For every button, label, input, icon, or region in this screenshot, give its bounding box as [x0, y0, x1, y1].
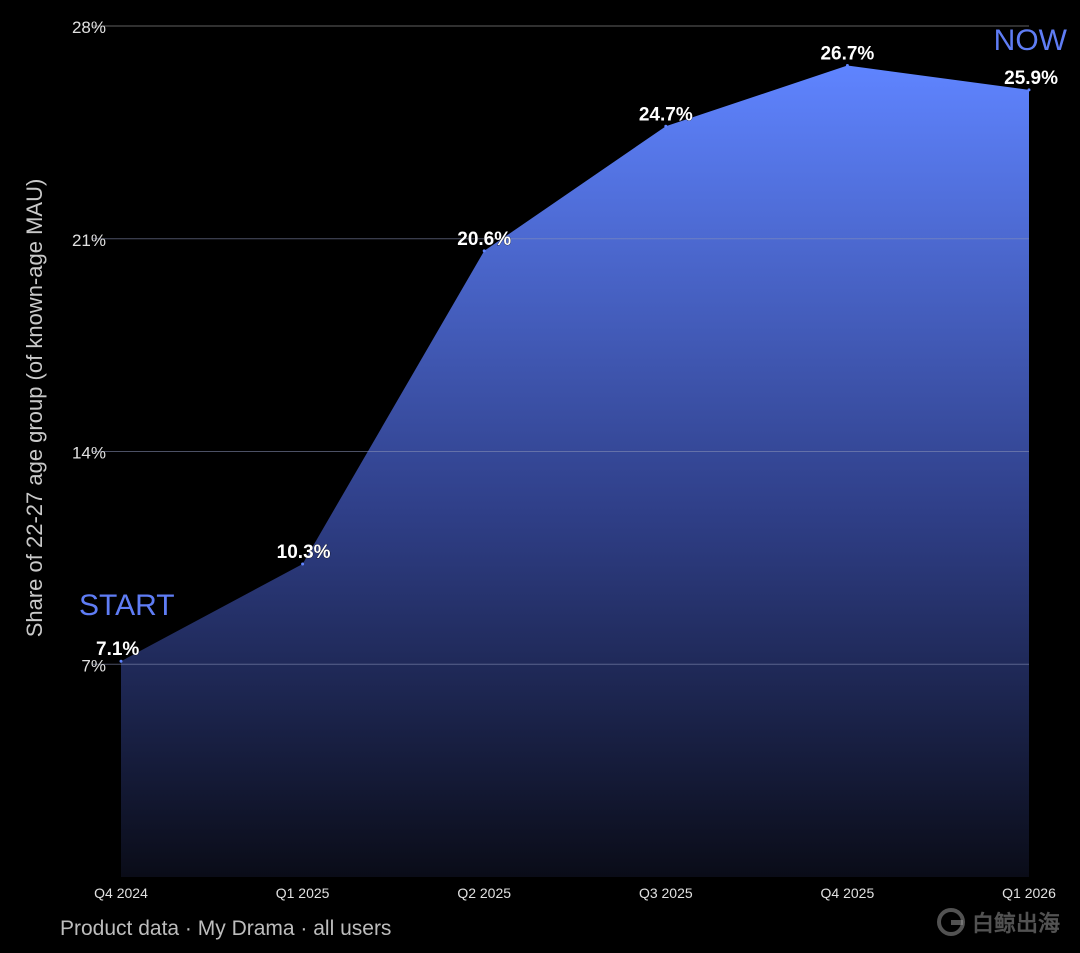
x-tick-label: Q3 2025: [639, 885, 693, 901]
x-tick-label: Q1 2026: [1002, 885, 1056, 901]
annotation-start: START: [79, 589, 175, 622]
x-tick-label: Q4 2025: [821, 885, 875, 901]
data-label: 20.6%: [457, 229, 511, 250]
y-tick-label: 28%: [72, 18, 106, 37]
area-chart: 7%14%21%28%Q4 2024 Q1 2025 Q2 2025 Q3 2025 Q…: [72, 18, 1068, 901]
data-label: 26.7%: [820, 44, 874, 65]
annotation-now: NOW: [994, 24, 1068, 57]
watermark: 白鲸出海: [936, 906, 1060, 938]
data-label: 24.7%: [639, 104, 693, 125]
x-tick-label: Q2 2025: [457, 885, 511, 901]
x-tick-label: Q4 2024: [94, 885, 148, 901]
y-tick-label: 14%: [72, 444, 106, 463]
series-area: [121, 65, 1029, 877]
watermark-text: 白鲸出海: [972, 912, 1061, 937]
data-label: 25.9%: [1004, 68, 1058, 89]
data-label: 7.1%: [96, 639, 139, 660]
y-axis-label: Share of 22-27 age group (of known-age M…: [22, 178, 47, 638]
data-label: 10.3%: [277, 542, 331, 563]
y-tick-label: 21%: [72, 231, 106, 250]
footer-note: Product data · My Drama · all users: [60, 917, 392, 940]
x-tick-label: Q1 2025: [276, 885, 330, 901]
whale-logo-icon: [937, 908, 965, 936]
